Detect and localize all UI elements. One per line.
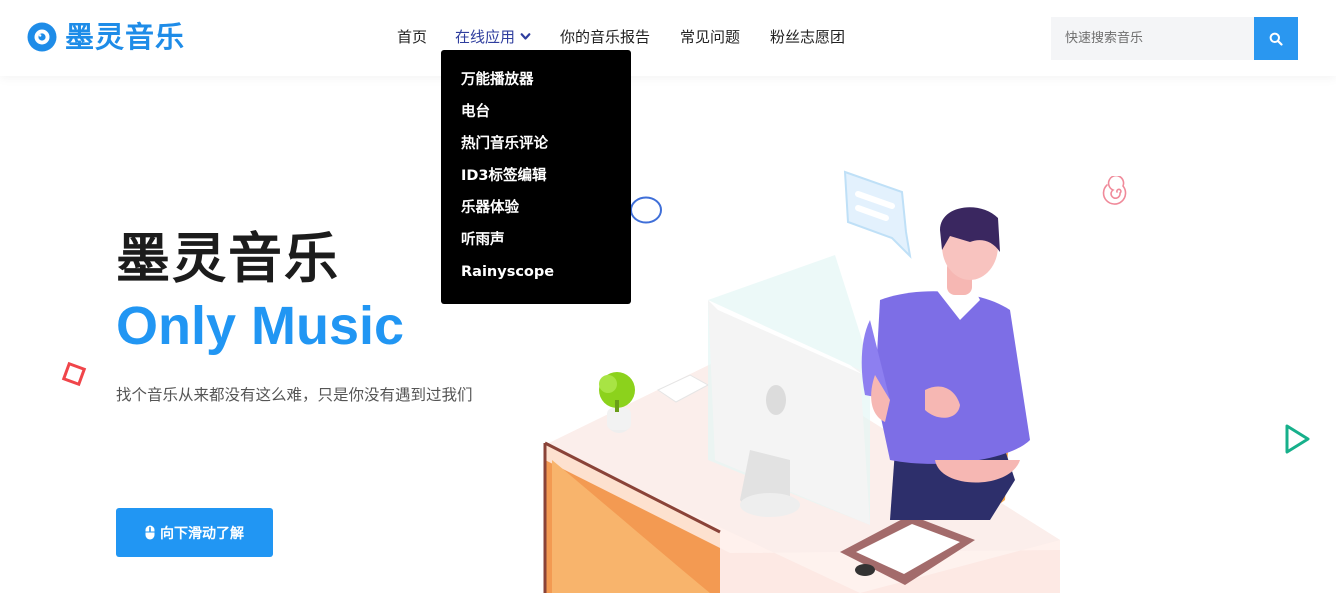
nav-item-online-apps[interactable]: 在线应用 xyxy=(455,27,531,47)
search-button[interactable] xyxy=(1254,17,1298,60)
brand-name: 墨灵音乐 xyxy=(65,20,186,54)
nav-item-online-apps-label: 在线应用 xyxy=(455,28,516,46)
nav-item-music-report[interactable]: 你的音乐报告 xyxy=(560,27,650,47)
nav-item-fan-volunteers[interactable]: 粉丝志愿团 xyxy=(770,27,845,47)
site-header: 墨灵音乐 首页 在线应用 你的音乐报告 常见问题 粉丝志愿团 xyxy=(0,0,1336,76)
dropdown-item-rainyscope[interactable]: Rainyscope xyxy=(461,262,554,282)
green-triangle-decoration xyxy=(1285,424,1310,454)
hero-subtitle: Only Music xyxy=(116,296,405,356)
mouse-icon xyxy=(145,525,155,540)
dropdown-item-instruments[interactable]: 乐器体验 xyxy=(461,198,519,218)
dropdown-item-rain-sound[interactable]: 听雨声 xyxy=(461,230,505,250)
scroll-down-button[interactable]: 向下滑动了解 xyxy=(116,508,273,557)
brand-logo[interactable]: 墨灵音乐 xyxy=(27,19,185,55)
red-diamond-decoration xyxy=(61,361,87,387)
dropdown-item-universal-player[interactable]: 万能播放器 xyxy=(461,70,534,90)
pink-spiral-decoration xyxy=(1102,176,1127,205)
nav-item-faq[interactable]: 常见问题 xyxy=(680,27,740,47)
hero-description: 找个音乐从来都没有这么难，只是你没有遇到过我们 xyxy=(116,386,473,404)
dropdown-item-id3-editor[interactable]: ID3标签编辑 xyxy=(461,166,547,186)
search-input[interactable] xyxy=(1051,17,1254,60)
dropdown-item-hot-comments[interactable]: 热门音乐评论 xyxy=(461,134,548,154)
dropdown-item-radio[interactable]: 电台 xyxy=(461,102,490,122)
search-icon xyxy=(1269,32,1283,46)
vinyl-logo-icon xyxy=(27,22,57,52)
online-apps-dropdown: 万能播放器 电台 热门音乐评论 ID3标签编辑 乐器体验 听雨声 Rainysc… xyxy=(441,50,631,304)
chevron-down-icon xyxy=(520,33,531,40)
scroll-down-button-label: 向下滑动了解 xyxy=(160,525,244,542)
nav-item-home[interactable]: 首页 xyxy=(397,27,427,47)
hero-title: 墨灵音乐 xyxy=(116,227,340,290)
speech-bubble-illustration xyxy=(843,170,912,259)
